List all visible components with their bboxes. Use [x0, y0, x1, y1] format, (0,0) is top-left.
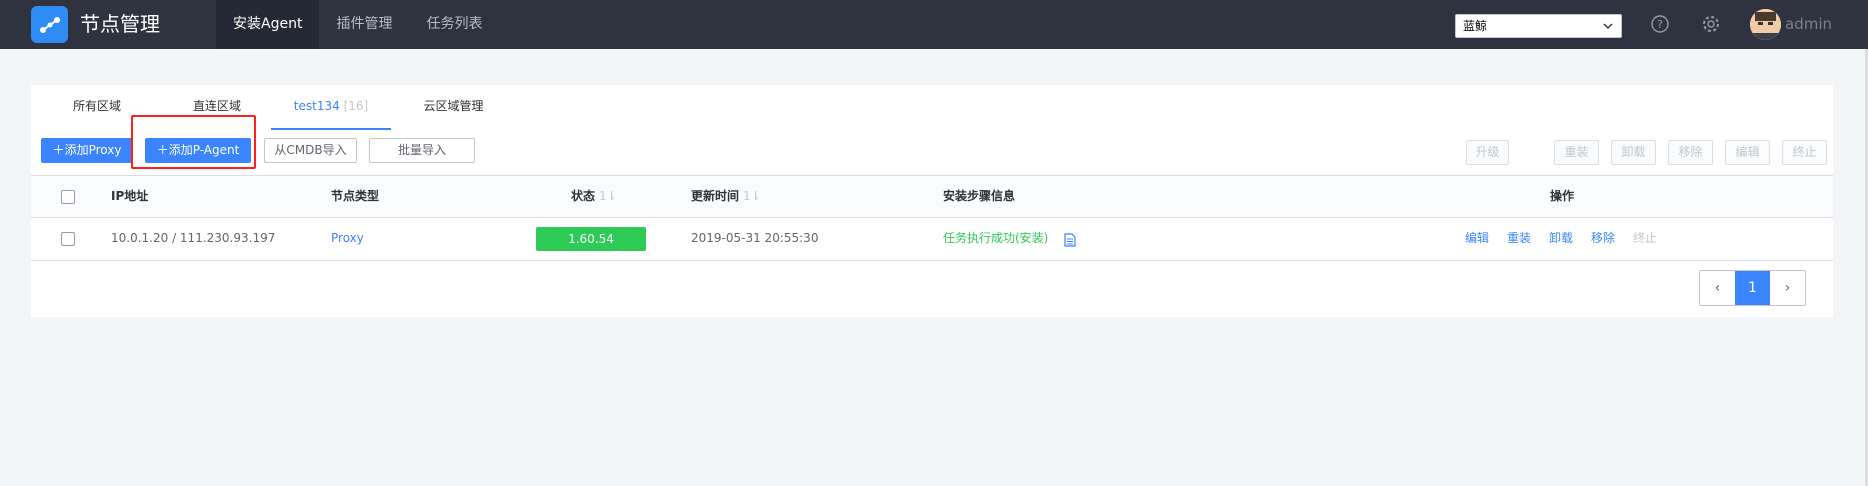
- row-updated: 2019-05-31 20:55:30: [691, 231, 819, 245]
- business-select[interactable]: 蓝鲸: [1455, 14, 1622, 38]
- app-title: 节点管理: [80, 12, 160, 36]
- top-nav: 安装Agent 插件管理 任务列表: [216, 0, 499, 49]
- business-select-value: 蓝鲸: [1463, 19, 1488, 33]
- gear-icon[interactable]: [1701, 14, 1721, 34]
- next-page-button[interactable]: ›: [1770, 271, 1805, 305]
- tab-cloud-region-management[interactable]: 云区域管理: [416, 85, 491, 130]
- main-panel: 所有区域 直连区域 test134 [16] 云区域管理 ＋添加Proxy ＋添…: [31, 85, 1833, 317]
- column-header-status[interactable]: 状态 1⇂: [571, 176, 617, 217]
- edit-button[interactable]: 编辑: [1725, 140, 1770, 165]
- row-checkbox[interactable]: [61, 232, 75, 246]
- username[interactable]: admin: [1785, 15, 1832, 33]
- select-all-checkbox[interactable]: [61, 190, 75, 204]
- add-proxy-button[interactable]: ＋添加Proxy: [41, 138, 133, 163]
- node-manager-logo-icon[interactable]: [31, 6, 68, 43]
- chevron-down-icon: [1603, 23, 1613, 29]
- nav-install-agent[interactable]: 安装Agent: [216, 0, 320, 49]
- page-1-button[interactable]: 1: [1735, 271, 1770, 305]
- row-edit-link[interactable]: 编辑: [1465, 218, 1489, 259]
- row-reinstall-link[interactable]: 重装: [1507, 218, 1531, 259]
- add-pagent-button[interactable]: ＋添加P-Agent: [145, 138, 251, 163]
- avatar[interactable]: [1750, 9, 1781, 40]
- tab-label: 云区域管理: [423, 99, 484, 113]
- tab-all-regions[interactable]: 所有区域: [67, 85, 127, 130]
- row-uninstall-link[interactable]: 卸载: [1549, 218, 1573, 259]
- terminate-button[interactable]: 终止: [1782, 140, 1827, 165]
- tab-label: 所有区域: [72, 99, 121, 113]
- table-header: IP地址 节点类型 状态 1⇂ 更新时间 1⇂ 安装步骤信息 操作: [31, 175, 1833, 218]
- reinstall-button[interactable]: 重装: [1554, 140, 1599, 165]
- sort-icon: 1⇂: [743, 189, 761, 203]
- column-header-ops: 操作: [1550, 189, 1575, 203]
- tab-direct-region[interactable]: 直连区域: [187, 85, 247, 130]
- help-icon[interactable]: ?: [1650, 14, 1670, 34]
- prev-page-button[interactable]: ‹: [1700, 271, 1735, 305]
- column-header-ip: IP地址: [111, 189, 149, 203]
- row-install-info: 任务执行成功(安装): [943, 231, 1049, 245]
- nav-task-list[interactable]: 任务列表: [409, 0, 499, 49]
- document-icon[interactable]: [1064, 233, 1076, 247]
- tab-label: test134: [293, 99, 340, 113]
- updated-label: 更新时间: [691, 189, 740, 203]
- svg-text:?: ?: [1657, 18, 1663, 31]
- top-header: 节点管理 安装Agent 插件管理 任务列表 蓝鲸 ? admin: [0, 0, 1868, 49]
- nav-plugin-management[interactable]: 插件管理: [319, 0, 409, 49]
- column-header-install-info: 安装步骤信息: [943, 189, 1016, 203]
- tab-count: [16]: [343, 99, 369, 113]
- add-proxy-label: 添加Proxy: [64, 143, 122, 157]
- column-header-updated[interactable]: 更新时间 1⇂: [691, 176, 761, 217]
- table-row: 10.0.1.20 / 111.230.93.197 Proxy 1.60.54…: [31, 218, 1833, 261]
- row-remove-link[interactable]: 移除: [1591, 218, 1615, 259]
- pagination: ‹ 1 ›: [1699, 270, 1806, 306]
- status-badge: 1.60.54: [536, 227, 646, 251]
- add-pagent-label: 添加P-Agent: [168, 143, 240, 157]
- import-from-cmdb-button[interactable]: 从CMDB导入: [264, 138, 357, 163]
- remove-button[interactable]: 移除: [1668, 140, 1713, 165]
- tab-test134[interactable]: test134 [16]: [271, 85, 391, 130]
- status-label: 状态: [571, 189, 596, 203]
- upgrade-button[interactable]: 升级: [1466, 140, 1509, 165]
- row-terminate-link: 终止: [1633, 231, 1658, 245]
- tab-label: 直连区域: [192, 99, 241, 113]
- batch-import-button[interactable]: 批量导入: [369, 138, 475, 163]
- row-ip: 10.0.1.20 / 111.230.93.197: [111, 231, 276, 245]
- row-node-type[interactable]: Proxy: [331, 218, 364, 259]
- column-header-node-type: 节点类型: [331, 189, 380, 203]
- sort-icon: 1⇂: [599, 189, 617, 203]
- uninstall-button[interactable]: 卸载: [1611, 140, 1656, 165]
